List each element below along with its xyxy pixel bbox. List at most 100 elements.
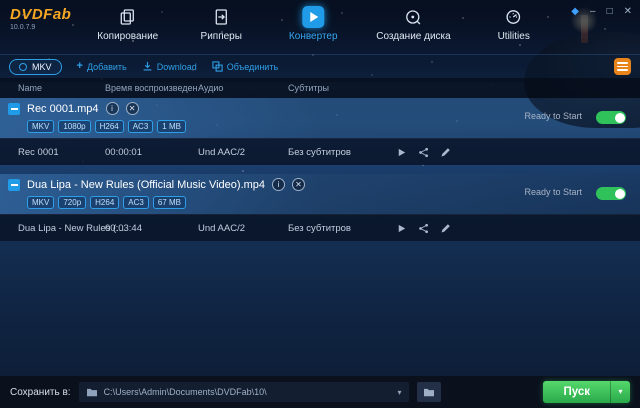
plus-icon: + (76, 60, 83, 72)
tab-copy-label: Копирование (97, 31, 159, 42)
resolution-badge: 720p (58, 196, 87, 209)
source-title: Dua Lipa - New Rules (Official Music Vid… (27, 178, 266, 191)
table-header: Name Время воспроизведен Аудио Субтитры (0, 78, 640, 98)
minimize-button[interactable]: – (590, 6, 596, 18)
size-badge: 67 MB (152, 196, 186, 209)
profile-label: MKV (32, 61, 52, 72)
remove-icon[interactable]: ✕ (292, 178, 306, 191)
track-name: Rec 0001 (18, 147, 59, 158)
title-row[interactable]: Rec 0001 00:00:01 Und AAC/2 Без субтитро… (0, 138, 640, 165)
main-nav: Копирование Рипперы Конвертер Создание д… (97, 6, 542, 42)
add-button[interactable]: + Добавить (76, 60, 127, 72)
tab-rippers[interactable]: Рипперы (192, 6, 250, 42)
track-audio: Und AAC/2 (198, 223, 245, 234)
output-path: C:\Users\Admin\Documents\DVDFab\10\ (103, 387, 267, 397)
title-row[interactable]: Dua Lipa - New Rules (... 00:03:44 Und A… (0, 214, 640, 241)
size-badge: 1 MB (157, 120, 186, 133)
window-controls: ◆ – □ ✕ (571, 6, 632, 18)
badge-list: MKV 1080p H264 AC3 1 MB (0, 120, 640, 133)
start-button[interactable]: Пуск ▾ (543, 381, 630, 403)
output-path-select[interactable]: C:\Users\Admin\Documents\DVDFab\10\ ▾ (78, 382, 409, 402)
bottom-bar: Сохранить в: C:\Users\Admin\Documents\DV… (0, 376, 640, 408)
tab-converter-label: Конвертер (288, 31, 338, 42)
file-list: Rec 0001.mp4 i ✕ MKV 1080p H264 AC3 1 MB… (0, 98, 640, 241)
titlebar: DVDFab 10.0.7.9 Копирование Рипперы Конв… (0, 0, 640, 54)
browse-folder-button[interactable] (416, 382, 441, 402)
app-window: DVDFab 10.0.7.9 Копирование Рипперы Конв… (0, 0, 640, 408)
col-duration: Время воспроизведен (105, 83, 198, 93)
folder-icon (86, 388, 97, 397)
task-queue-button[interactable] (614, 58, 631, 75)
folder-icon (423, 388, 434, 397)
utilities-icon (503, 6, 525, 28)
info-icon[interactable]: i (272, 178, 286, 191)
download-label: Download (156, 61, 197, 72)
source-title: Rec 0001.mp4 (27, 102, 99, 115)
profile-target-icon (19, 62, 27, 71)
download-button[interactable]: Download (142, 61, 197, 72)
preview-play-icon[interactable] (396, 223, 407, 234)
save-to-label: Сохранить в: (10, 386, 71, 398)
select-checkbox[interactable] (8, 102, 20, 115)
track-subtitles: Без субтитров (288, 223, 351, 234)
chevron-down-icon: ▾ (397, 387, 402, 397)
status-text: Ready to Start (524, 111, 582, 121)
tab-utilities[interactable]: Utilities (485, 6, 543, 42)
share-split-icon[interactable] (418, 147, 429, 158)
app-name: DVDFab (10, 6, 72, 23)
add-label: Добавить (86, 61, 127, 72)
maximize-button[interactable]: □ (607, 6, 613, 18)
converter-play-icon (302, 6, 325, 28)
codec-badge: H264 (90, 196, 120, 209)
preview-play-icon[interactable] (396, 147, 407, 158)
edit-pencil-icon[interactable] (440, 223, 451, 234)
audio-badge: AC3 (127, 120, 154, 133)
download-icon (143, 61, 152, 71)
vip-gem-icon[interactable]: ◆ (571, 6, 579, 18)
toolbar: MKV + Добавить Download Объединить (0, 54, 640, 78)
app-logo: DVDFab 10.0.7.9 (10, 6, 71, 31)
merge-icon (212, 61, 223, 72)
queue-list-icon (617, 62, 628, 64)
merge-button[interactable]: Объединить (212, 61, 278, 72)
format-badge: MKV (27, 120, 55, 133)
share-split-icon[interactable] (418, 223, 429, 234)
select-checkbox[interactable] (8, 178, 20, 191)
remove-icon[interactable]: ✕ (125, 102, 139, 115)
edit-pencil-icon[interactable] (440, 147, 451, 158)
audio-badge: AC3 (123, 196, 149, 209)
source-group-row[interactable]: Dua Lipa - New Rules (Official Music Vid… (0, 174, 640, 214)
track-subtitles: Без субтитров (288, 147, 351, 158)
track-duration: 00:03:44 (105, 223, 142, 234)
tab-rippers-label: Рипперы (200, 31, 242, 42)
enable-toggle[interactable] (596, 187, 626, 200)
tab-copy[interactable]: Копирование (97, 6, 158, 42)
info-icon[interactable]: i (105, 102, 119, 115)
track-actions (396, 215, 451, 242)
enable-toggle[interactable] (596, 111, 626, 124)
source-group-row[interactable]: Rec 0001.mp4 i ✕ MKV 1080p H264 AC3 1 MB… (0, 98, 640, 138)
badge-list: MKV 720p H264 AC3 67 MB (0, 196, 640, 209)
tab-create-disc-label: Создание диска (376, 31, 451, 42)
tab-utilities-label: Utilities (497, 31, 530, 42)
codec-badge: H264 (94, 120, 124, 133)
col-name: Name (18, 83, 43, 93)
start-options-caret[interactable]: ▾ (610, 381, 630, 403)
status-text: Ready to Start (524, 187, 582, 197)
merge-label: Объединить (226, 61, 279, 72)
close-button[interactable]: ✕ (624, 6, 632, 18)
app-version: 10.0.7.9 (10, 24, 36, 31)
format-badge: MKV (27, 196, 55, 209)
col-subtitles: Субтитры (288, 83, 330, 93)
track-audio: Und AAC/2 (198, 147, 245, 158)
ripper-icon (210, 6, 232, 28)
track-duration: 00:00:01 (105, 147, 142, 158)
tab-converter[interactable]: Конвертер (284, 6, 342, 42)
start-label: Пуск (563, 386, 590, 398)
col-audio: Аудио (198, 83, 224, 93)
profile-selector[interactable]: MKV (9, 58, 62, 75)
disc-burn-icon (402, 6, 424, 28)
track-actions (396, 139, 451, 166)
tab-create-disc[interactable]: Создание диска (376, 6, 451, 42)
